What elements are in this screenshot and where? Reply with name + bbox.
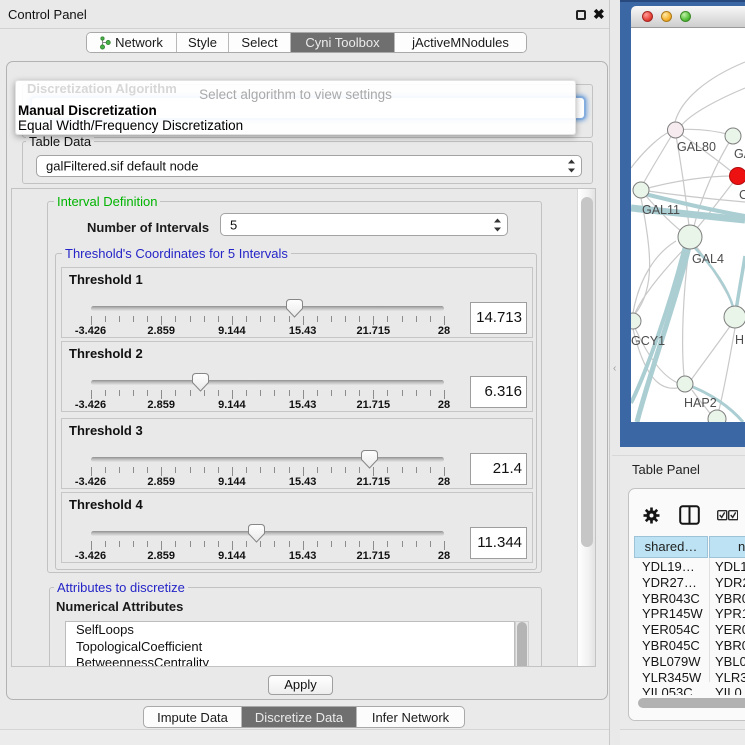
svg-text:GAL80: GAL80: [677, 140, 716, 154]
svg-text:GCY1: GCY1: [631, 334, 665, 348]
svg-text:GAL11: GAL11: [642, 203, 680, 217]
svg-text:C: C: [739, 188, 745, 202]
svg-text:HAP2: HAP2: [684, 396, 717, 410]
svg-text:H: H: [735, 333, 744, 347]
svg-text:GAL4: GAL4: [692, 252, 724, 266]
svg-text:GA: GA: [734, 147, 745, 161]
